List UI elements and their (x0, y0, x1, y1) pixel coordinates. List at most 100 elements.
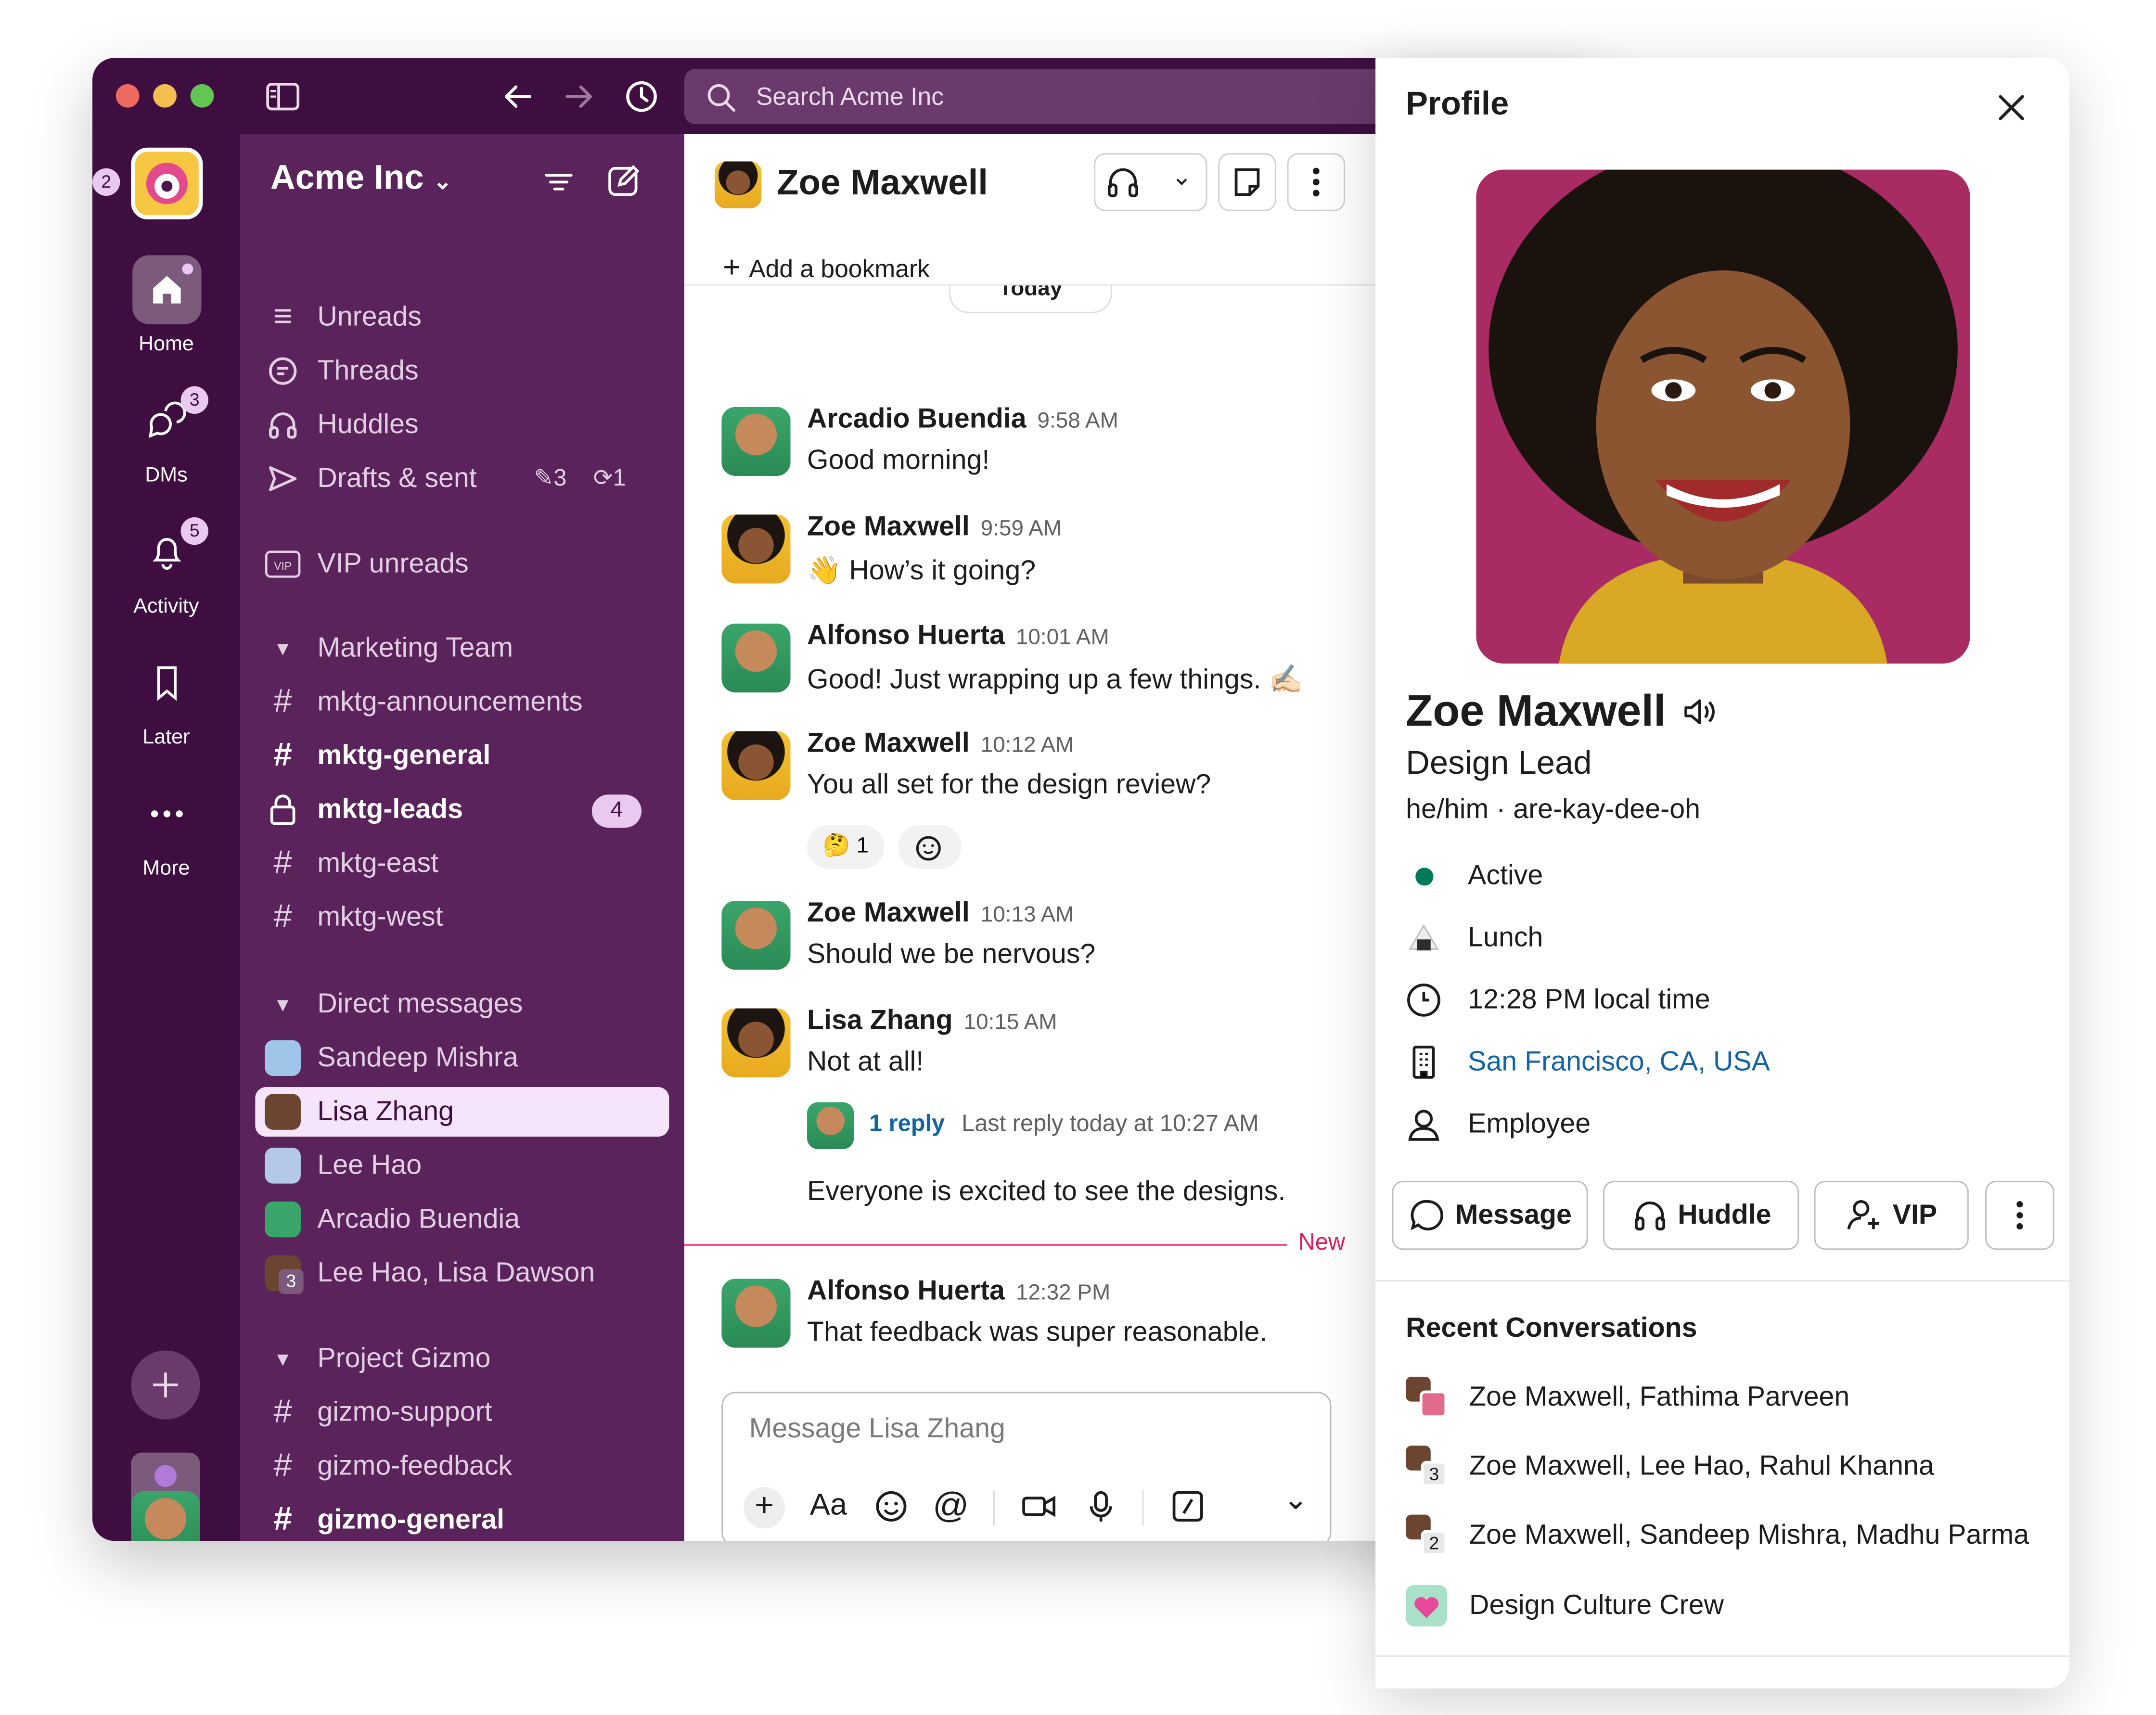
message-time[interactable]: 12:32 PM (1016, 1281, 1110, 1305)
close-icon[interactable] (1992, 88, 2031, 134)
message-author[interactable]: Zoe Maxwell (807, 898, 970, 928)
recent-conversation[interactable]: Zoe Maxwell, Fathima Parveen (1406, 1376, 1849, 1418)
dm-item-selected[interactable]: Lisa Zhang (255, 1087, 669, 1137)
composer-placeholder[interactable]: Message Lisa Zhang (749, 1414, 1005, 1446)
user-avatar[interactable] (131, 1491, 200, 1541)
message-text: You all set for the design review? (807, 769, 1211, 800)
rail-later[interactable]: Later (92, 648, 240, 749)
reaction-pill[interactable]: 🤔 1 (807, 825, 885, 870)
add-reaction-button[interactable] (898, 825, 962, 870)
vip-button[interactable]: VIP (1814, 1180, 1969, 1250)
lock-icon (265, 792, 301, 828)
forward-arrow-icon[interactable] (560, 77, 599, 116)
mention-icon[interactable]: @ (933, 1485, 969, 1527)
dm-item[interactable]: 3 Lee Hao, Lisa Dawson (265, 1248, 679, 1298)
channel-item[interactable]: # mktg-east (265, 839, 679, 888)
profile-pronouns: he/him · are-kay-dee-oh (1406, 794, 1701, 825)
add-emoji-icon (916, 836, 941, 861)
dm-item[interactable]: Lee Hao (265, 1141, 679, 1190)
dm-item[interactable]: Sandeep Mishra (265, 1033, 679, 1083)
rail-more[interactable]: More (92, 780, 240, 880)
date-divider[interactable]: Today (949, 285, 1112, 313)
profile-more-button[interactable] (1985, 1180, 2054, 1250)
speaker-icon[interactable] (1679, 692, 1718, 738)
workspace-logo[interactable] (131, 147, 203, 219)
message-composer[interactable]: Message Lisa Zhang + Aa @ ⌄ (721, 1392, 1332, 1541)
channel-item[interactable]: # mktg-west (265, 893, 679, 942)
group-count: 2 (1421, 1530, 1448, 1556)
plus-icon[interactable]: + (744, 1487, 785, 1529)
compose-icon[interactable] (604, 161, 643, 207)
sidebar-item-huddles[interactable]: Huddles (265, 400, 679, 449)
recent-conversation[interactable]: 2 Zoe Maxwell, Sandeep Mishra, Madhu Parm… (1406, 1514, 2029, 1556)
location-link[interactable]: San Francisco, CA, USA (1468, 1046, 1770, 1078)
huddle-button[interactable]: ⌄ (1094, 153, 1207, 211)
shortcut-icon[interactable] (1168, 1487, 1207, 1533)
more-actions-button[interactable] (1287, 153, 1346, 211)
message-author[interactable]: Zoe Maxwell (807, 512, 970, 542)
channel-title[interactable]: Zoe Maxwell (777, 161, 988, 204)
new-divider (684, 1244, 1287, 1246)
back-arrow-icon[interactable] (498, 77, 537, 116)
rail-dms[interactable]: 3 DMs (92, 386, 240, 487)
chevron-down-icon[interactable]: ⌄ (1283, 1482, 1309, 1518)
history-icon[interactable] (622, 77, 661, 116)
minimize-window-button[interactable] (153, 84, 177, 108)
section-header-marketing[interactable]: ▼ Marketing Team (265, 624, 679, 673)
sent-count: ⟳1 (593, 465, 626, 491)
message-author[interactable]: Alfonso Huerta (807, 1276, 1005, 1306)
channel-item[interactable]: # mktg-announcements (265, 678, 679, 727)
section-header-dms[interactable]: ▼ Direct messages (265, 979, 679, 1029)
workspace-rail: 2 Home 3 DMs 5 Activity Later More (92, 134, 240, 1541)
format-icon[interactable]: Aa (810, 1487, 847, 1523)
emoji-icon[interactable] (872, 1487, 911, 1533)
channel-item[interactable]: # mktg-general (265, 731, 679, 781)
message-author[interactable]: Arcadio Buendia (807, 404, 1027, 435)
profile-role: Design Lead (1406, 745, 1592, 782)
zoom-window-button[interactable] (190, 84, 214, 108)
canvas-button[interactable] (1218, 153, 1276, 211)
profile-photo[interactable] (1476, 169, 1970, 664)
message-time[interactable]: 9:59 AM (981, 517, 1062, 541)
sidebar-item-unreads[interactable]: ≡ Unreads (265, 293, 679, 342)
message-time[interactable]: 10:12 AM (981, 734, 1074, 757)
video-icon[interactable] (1019, 1487, 1058, 1533)
channel-item[interactable]: # gizmo-general (265, 1496, 679, 1541)
dm-name: Lee Hao (317, 1150, 422, 1181)
recent-conversation[interactable]: 3 Zoe Maxwell, Lee Hao, Rahul Khanna (1406, 1446, 1934, 1487)
message-author[interactable]: Alfonso Huerta (807, 621, 1005, 651)
reply-link[interactable]: 1 reply (869, 1111, 945, 1138)
sidebar-item-threads[interactable]: Threads (265, 346, 679, 396)
message-button[interactable]: Message (1392, 1180, 1588, 1250)
plus-icon: + (723, 249, 741, 284)
sidebar-toggle-icon[interactable] (264, 77, 302, 116)
message-time[interactable]: 10:01 AM (1016, 626, 1109, 650)
sidebar-item-vip[interactable]: VIP VIP unreads (265, 539, 679, 589)
hash-icon: # (273, 1393, 292, 1431)
microphone-icon[interactable] (1081, 1487, 1120, 1533)
close-window-button[interactable] (116, 84, 140, 108)
message-time[interactable]: 10:15 AM (964, 1011, 1057, 1035)
message-time[interactable]: 10:13 AM (981, 904, 1074, 927)
channel-item[interactable]: # gizmo-support (265, 1388, 679, 1437)
rail-home[interactable]: Home (92, 255, 240, 356)
add-workspace-button[interactable] (131, 1350, 200, 1420)
huddle-button[interactable]: Huddle (1603, 1180, 1799, 1250)
sidebar-item-drafts[interactable]: Drafts & sent ✎3 ⟳1 (265, 454, 679, 503)
dm-item[interactable]: Arcadio Buendia (265, 1195, 679, 1244)
rail-activity[interactable]: 5 Activity (92, 517, 240, 618)
filter-icon[interactable] (541, 164, 577, 207)
section-header-gizmo[interactable]: ▼ Project Gizmo (265, 1334, 679, 1383)
workspace-name-button[interactable]: Acme Inc ⌄ (270, 159, 452, 199)
channel-item[interactable]: # gizmo-feedback (265, 1442, 679, 1491)
channel-item[interactable]: mktg-leads 4 (265, 785, 679, 834)
search-bar[interactable]: Search Acme Inc (684, 69, 1402, 125)
conversation-pane: Zoe Maxwell ⌄ + Add a bookmark Today Arca… (684, 134, 1402, 1541)
add-bookmark-button[interactable]: + Add a bookmark (723, 250, 930, 286)
message-time[interactable]: 9:58 AM (1038, 410, 1118, 433)
profile-name: Zoe Maxwell (1406, 685, 1666, 735)
recent-conversation[interactable]: Design Culture Crew (1406, 1585, 1724, 1626)
message-author[interactable]: Zoe Maxwell (807, 729, 970, 759)
message-author[interactable]: Lisa Zhang (807, 1006, 953, 1036)
channel-name: gizmo-feedback (317, 1451, 513, 1482)
